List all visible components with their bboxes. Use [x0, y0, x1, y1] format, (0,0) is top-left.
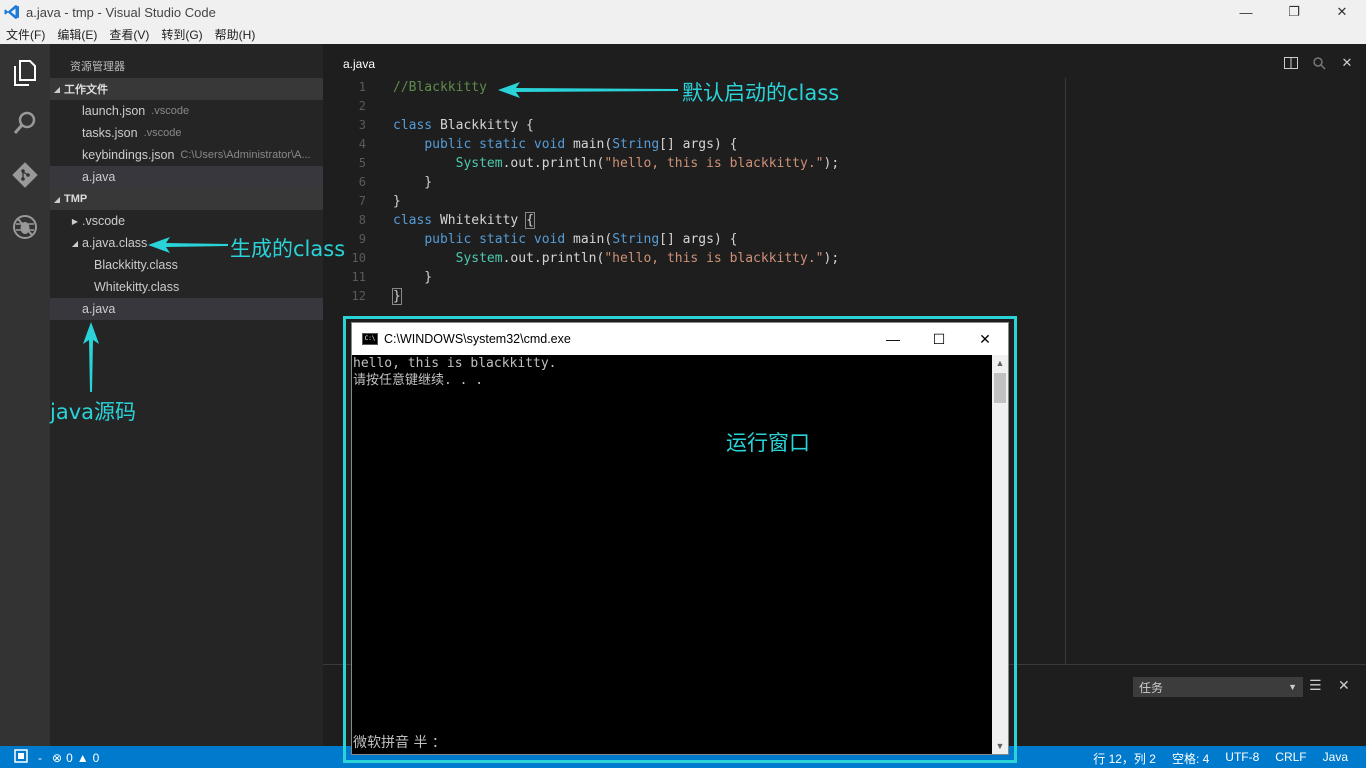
tab-a-java[interactable]: a.java: [343, 57, 375, 71]
window-controls: — ❐ ✕: [1222, 0, 1366, 24]
vscode-logo-icon: [4, 5, 19, 19]
title-bar: a.java - tmp - Visual Studio Code — ❐ ✕: [0, 0, 1366, 24]
working-file-item[interactable]: tasks.json .vscode: [50, 122, 323, 144]
minimize-button[interactable]: —: [1222, 0, 1270, 24]
feedback-icon[interactable]: [14, 749, 28, 766]
search-icon[interactable]: [10, 108, 40, 138]
cmd-minimize-button[interactable]: —: [870, 323, 916, 355]
editor-actions: ✕: [1282, 54, 1356, 72]
menu-help[interactable]: 帮助(H): [209, 26, 262, 43]
chevron-down-icon: ◢: [71, 238, 79, 248]
tree-item-whitekitty[interactable]: Whitekitty.class: [50, 276, 323, 298]
indentation[interactable]: 空格: 4: [1172, 750, 1209, 767]
dash-separator: -: [38, 750, 42, 765]
split-editor-icon[interactable]: [1282, 54, 1300, 72]
cmd-scrollbar[interactable]: ▲ ▼: [992, 355, 1008, 754]
window-title: a.java - tmp - Visual Studio Code: [26, 4, 216, 20]
eol[interactable]: CRLF: [1275, 750, 1306, 767]
cmd-maximize-button[interactable]: ☐: [916, 323, 962, 355]
cmd-title: C:\WINDOWS\system32\cmd.exe: [384, 332, 571, 346]
menu-goto[interactable]: 转到(G): [155, 26, 208, 43]
cmd-window[interactable]: C:\ C:\WINDOWS\system32\cmd.exe — ☐ ✕ he…: [351, 322, 1009, 755]
chevron-right-icon: ▶: [71, 216, 79, 226]
git-icon[interactable]: [10, 160, 40, 190]
editor-ruler: [1065, 78, 1066, 664]
menu-file[interactable]: 文件(F): [0, 26, 51, 43]
chevron-down-icon: ◢: [53, 194, 61, 204]
code-content[interactable]: //Blackkitty class Blackkitty { public s…: [392, 78, 839, 306]
working-file-item[interactable]: a.java: [50, 166, 323, 188]
debug-icon[interactable]: [10, 212, 40, 242]
working-files-header[interactable]: ◢ 工作文件: [50, 78, 323, 100]
files-icon[interactable]: [10, 58, 40, 88]
cmd-window-controls: — ☐ ✕: [870, 323, 1008, 355]
chevron-down-icon: ▼: [1288, 682, 1297, 692]
cmd-output: hello, this is blackkitty. 请按任意键继续. . . …: [353, 356, 557, 751]
close-button[interactable]: ✕: [1318, 0, 1366, 24]
working-file-item[interactable]: launch.json .vscode: [50, 100, 323, 122]
annotation-arrow-left: [498, 82, 678, 98]
problems-status[interactable]: ⊗ 0 ▲ 0: [52, 751, 99, 765]
error-icon: ⊗: [52, 750, 63, 765]
scroll-down-icon[interactable]: ▼: [992, 738, 1008, 754]
menu-edit[interactable]: 编辑(E): [51, 26, 103, 43]
list-icon[interactable]: ☰: [1309, 677, 1322, 694]
cursor-position[interactable]: 行 12，列 2: [1093, 750, 1156, 767]
close-panel-icon[interactable]: ✕: [1338, 677, 1350, 694]
cmd-title-bar[interactable]: C:\ C:\WINDOWS\system32\cmd.exe — ☐ ✕: [352, 323, 1008, 355]
annotation-default-class: 默认启动的class: [682, 81, 840, 105]
scroll-thumb[interactable]: [994, 373, 1006, 403]
menu-view[interactable]: 查看(V): [103, 26, 155, 43]
cmd-close-button[interactable]: ✕: [962, 323, 1008, 355]
annotation-java-source: java源码: [50, 400, 136, 424]
language-mode[interactable]: Java: [1323, 750, 1348, 767]
chevron-down-icon: ◢: [53, 84, 61, 94]
scroll-up-icon[interactable]: ▲: [992, 355, 1008, 371]
working-file-item[interactable]: keybindings.json C:\Users\Administrator\…: [50, 144, 323, 166]
activity-bar: [0, 44, 50, 746]
annotation-arrow-up: [83, 322, 99, 392]
annotation-run-window: 运行窗口: [726, 431, 810, 455]
restore-button[interactable]: ❐: [1270, 0, 1318, 24]
ime-status: 微软拼音 半 ：: [353, 735, 446, 751]
cmd-icon: C:\: [362, 333, 378, 345]
tree-item-a-java[interactable]: a.java: [50, 298, 323, 320]
line-numbers: 1 2 3 4 5 6 7 8 9 10 11 12: [351, 80, 366, 303]
warning-icon: ▲: [76, 750, 89, 765]
menu-bar: 文件(F) 编辑(E) 查看(V) 转到(G) 帮助(H): [0, 24, 1366, 44]
encoding[interactable]: UTF-8: [1225, 750, 1259, 767]
explorer-title: 资源管理器: [70, 61, 125, 73]
tree-item-vscode[interactable]: ▶ .vscode: [50, 210, 323, 232]
explorer-sidebar: 资源管理器 ◢ 工作文件 launch.json .vscode tasks.j…: [50, 44, 323, 746]
annotation-generated-class: 生成的class: [230, 237, 346, 261]
open-changes-icon[interactable]: [1310, 54, 1328, 72]
annotation-arrow-left: [148, 237, 228, 253]
close-editor-icon[interactable]: ✕: [1338, 54, 1356, 72]
task-select[interactable]: 任务 ▼: [1133, 677, 1303, 697]
folder-header[interactable]: ◢ TMP: [50, 188, 323, 210]
